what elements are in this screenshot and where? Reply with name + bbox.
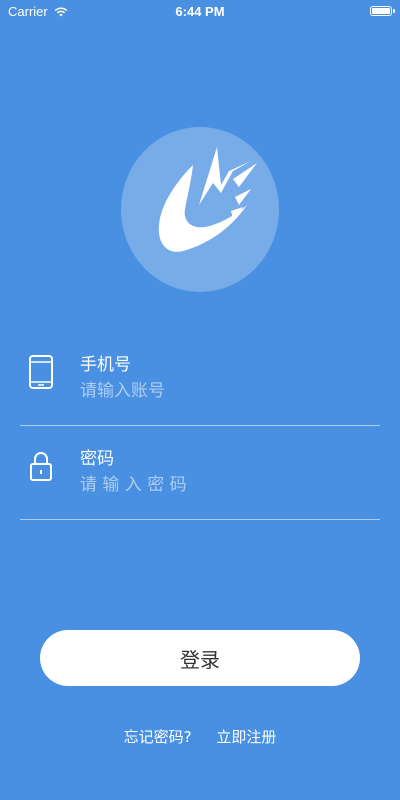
password-divider bbox=[20, 519, 380, 520]
phone-input[interactable] bbox=[80, 379, 360, 403]
password-input[interactable] bbox=[80, 473, 360, 497]
phone-divider bbox=[20, 425, 380, 426]
password-label: 密码 bbox=[80, 449, 114, 469]
status-time: 6:44 PM bbox=[175, 4, 225, 19]
register-link[interactable]: 立即注册 bbox=[216, 728, 276, 746]
phone-icon bbox=[29, 355, 53, 389]
phone-field: 手机号 bbox=[20, 334, 380, 426]
battery-fill bbox=[372, 8, 390, 14]
forgot-password-link[interactable]: 忘记密码? bbox=[124, 728, 192, 746]
battery-icon bbox=[370, 6, 395, 16]
status-bar: Carrier 6:44 PM bbox=[0, 0, 400, 24]
login-button[interactable]: 登录 bbox=[40, 630, 360, 686]
phone-label: 手机号 bbox=[80, 355, 131, 375]
password-field: 密码 bbox=[20, 428, 380, 520]
app-logo bbox=[121, 127, 279, 292]
bottom-links: 忘记密码? 立即注册 bbox=[0, 726, 400, 747]
lock-icon bbox=[30, 452, 52, 481]
bird-logo-icon bbox=[158, 147, 257, 252]
